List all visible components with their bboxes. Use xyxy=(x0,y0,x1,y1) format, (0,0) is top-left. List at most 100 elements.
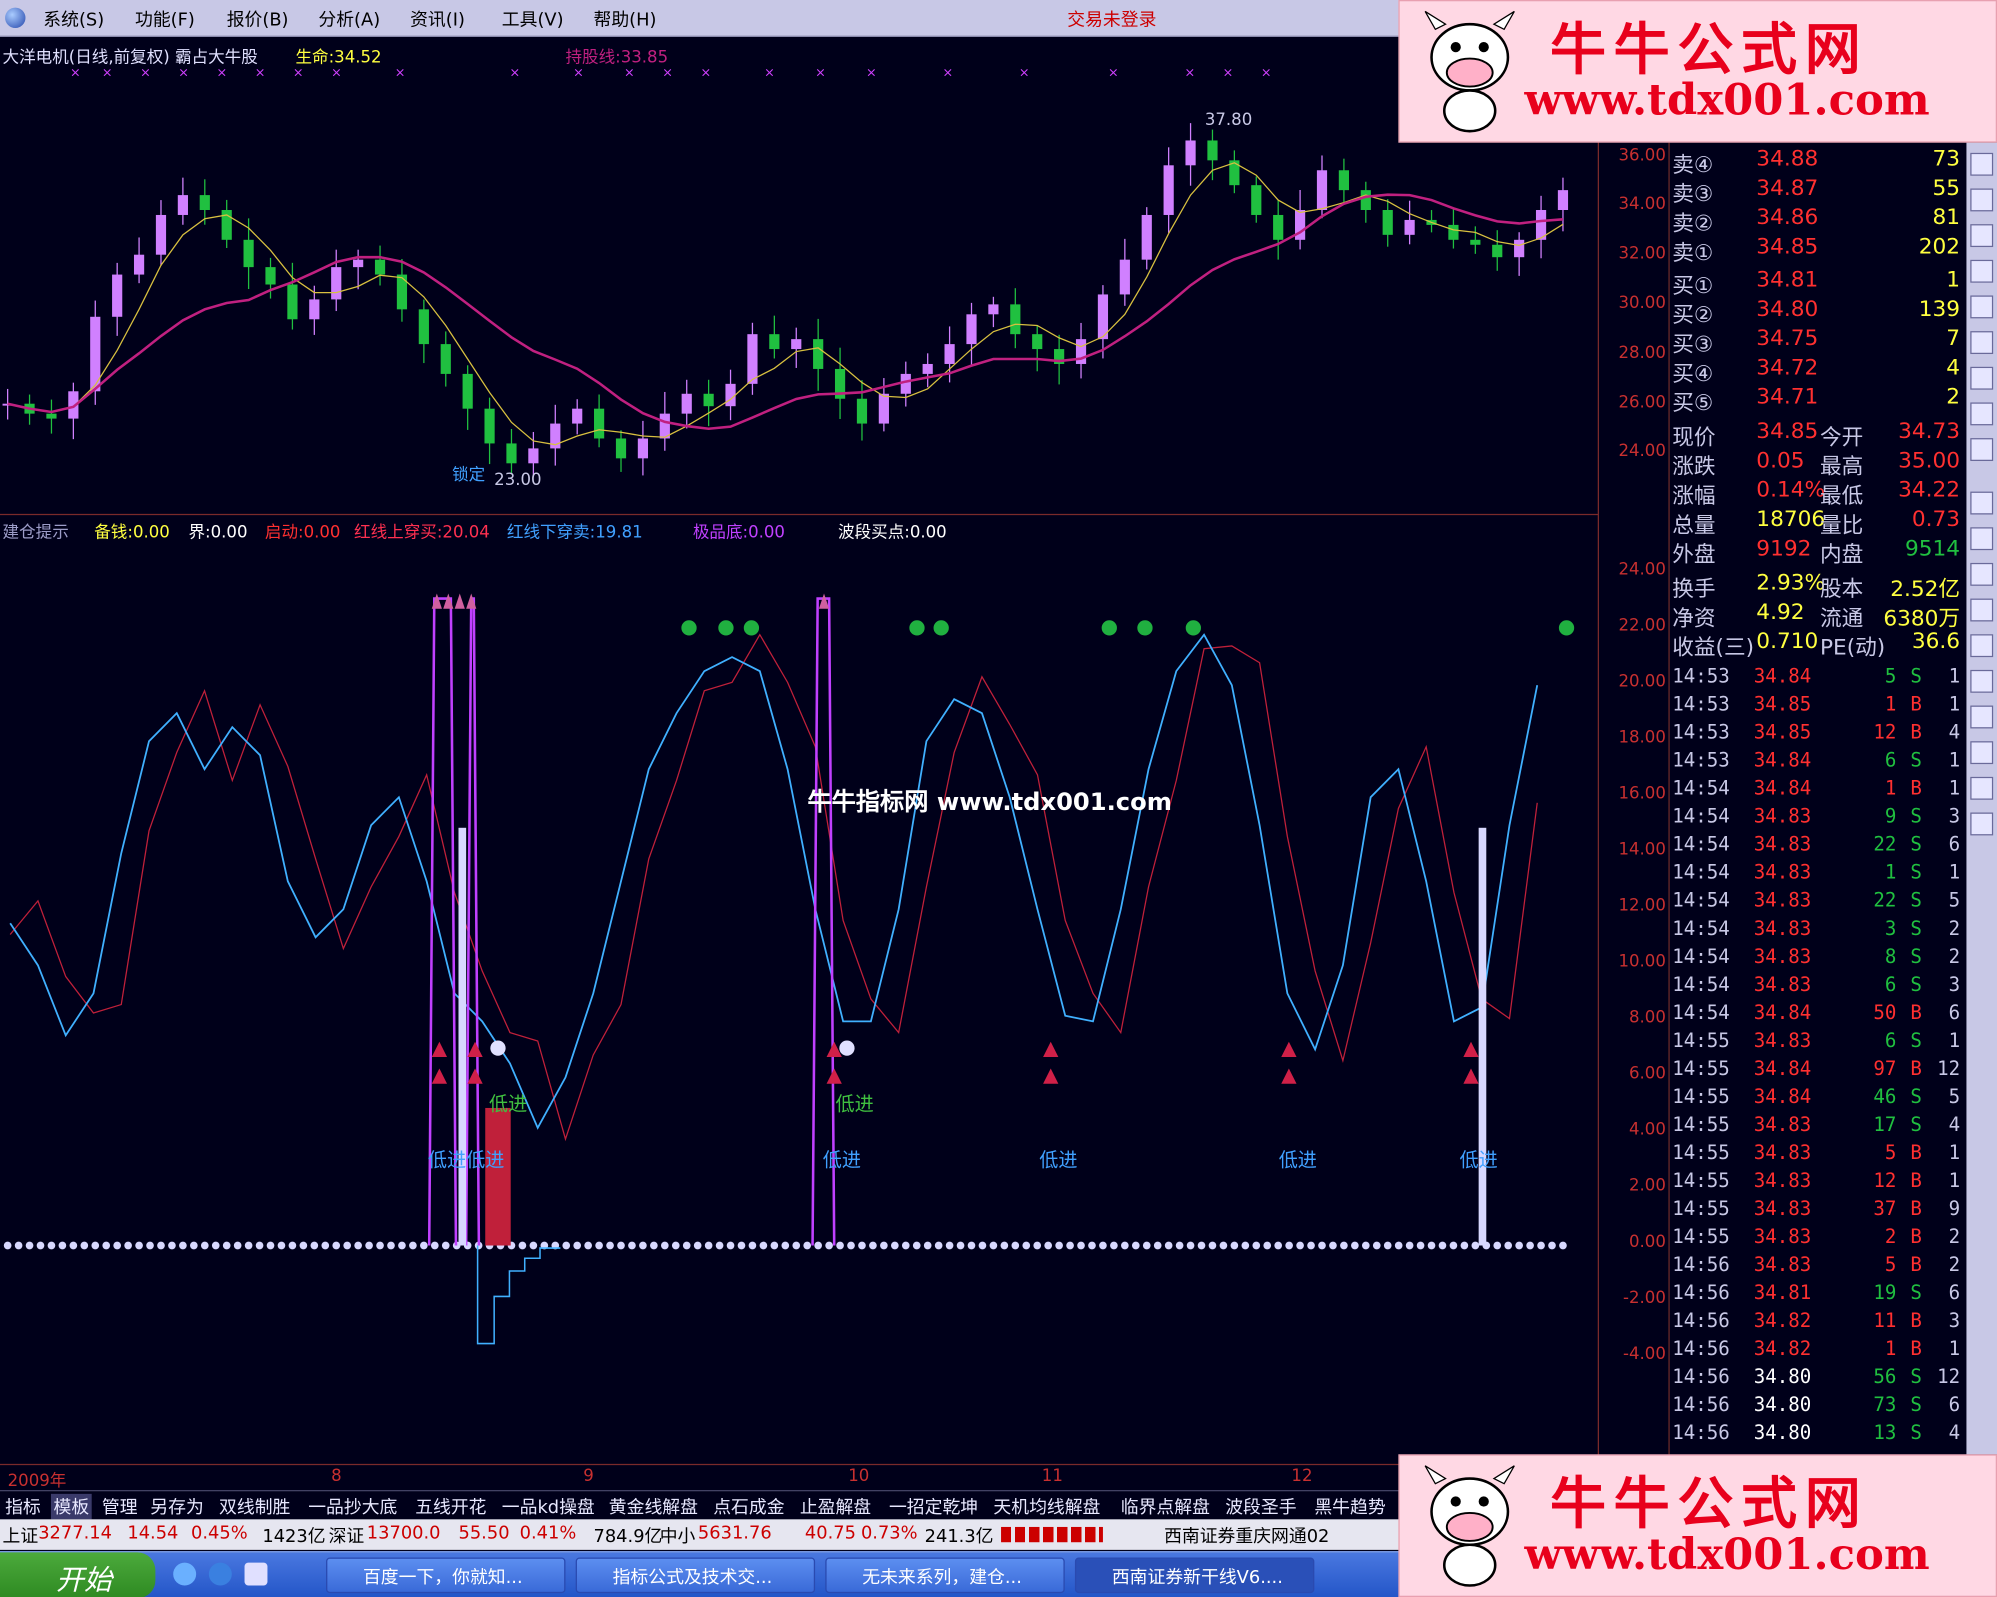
tick-volume: 5 xyxy=(1884,664,1897,688)
stat-key: 今开 xyxy=(1819,425,1864,451)
zero-dot xyxy=(1110,1241,1118,1250)
zero-dot xyxy=(1263,1241,1272,1250)
zero-dot xyxy=(321,1241,330,1250)
red-triangle-marker xyxy=(1043,1068,1059,1084)
export-icon[interactable] xyxy=(1970,669,1994,693)
tab-12[interactable]: 黑牛趋势 xyxy=(1314,1494,1385,1519)
scissors-icon[interactable] xyxy=(1970,598,1994,622)
stat2-row: 收益(三) 0.710 PE(动) 36.6 xyxy=(1670,629,1965,661)
green-dot xyxy=(681,620,697,636)
news-icon[interactable] xyxy=(1970,295,1994,319)
bar-icon[interactable] xyxy=(1970,562,1994,586)
tab-save-as[interactable]: 另存为 xyxy=(150,1494,203,1519)
tab-10[interactable]: 临界点解盘 xyxy=(1121,1494,1210,1519)
zero-dot xyxy=(200,1241,209,1250)
tab-template[interactable]: 模板 xyxy=(50,1493,92,1520)
ad-banner-bottom[interactable]: 牛牛公式网 www.tdx001.com xyxy=(1398,1454,1997,1597)
tab-6[interactable]: 点石成金 xyxy=(713,1494,784,1519)
candle xyxy=(484,408,495,444)
tick-time: 14:54 xyxy=(1672,888,1730,912)
quote-price: 34.80 xyxy=(1756,296,1819,323)
zero-dot xyxy=(901,1241,910,1250)
zero-dot xyxy=(1504,1241,1513,1250)
up-arrow-icon[interactable] xyxy=(1970,776,1994,800)
sz-amount: 784.9亿 xyxy=(593,1526,663,1548)
tool-column xyxy=(1966,142,1997,1455)
wrench-icon[interactable] xyxy=(1970,634,1994,658)
tick-price: 34.83 xyxy=(1753,804,1812,828)
tab-indicator[interactable]: 指标 xyxy=(5,1494,41,1519)
ind-tick: 14.00 xyxy=(1618,840,1666,860)
stock-chart[interactable]: × × × × × × × × × × × × × × × × × × × × × × × xyxy=(0,36,1668,1490)
ad-url: www.tdx001.com xyxy=(1524,75,1930,127)
tab-2[interactable]: 一品抄大底 xyxy=(308,1494,397,1519)
stat2-row: 净资 4.92 流通 6380万 xyxy=(1670,600,1965,632)
menu-info[interactable]: 资讯(I) xyxy=(410,6,465,31)
menu-function[interactable]: 功能(F) xyxy=(135,6,195,31)
candle xyxy=(112,274,123,317)
tick-row: 14:54 34.83 8 S 2 xyxy=(1670,945,1965,973)
menu-quote[interactable]: 报价(B) xyxy=(227,6,289,31)
kline-icon[interactable] xyxy=(1970,152,1994,176)
indicator-legend: 建仓提示 备钱:0.00 界:0.00 启动:0.00 红线上穿买:20.04 … xyxy=(3,518,1595,543)
f10-icon[interactable] xyxy=(1970,366,1994,390)
tick-volume: 8 xyxy=(1884,944,1897,968)
tick-time: 14:53 xyxy=(1672,720,1730,744)
menu-help[interactable]: 帮助(H) xyxy=(593,6,656,31)
tab-4[interactable]: 一品kd操盘 xyxy=(502,1494,595,1519)
ad-banner-top[interactable]: 牛牛公式网 www.tdx001.com xyxy=(1398,0,1997,143)
tick-time: 14:56 xyxy=(1672,1253,1730,1277)
ind-tick: 0.00 xyxy=(1628,1232,1666,1252)
task-item-1[interactable]: 指标公式及技术交... xyxy=(575,1557,816,1594)
tab-3[interactable]: 五线开花 xyxy=(415,1494,486,1519)
tick-row: 14:53 34.85 1 B 1 xyxy=(1670,693,1965,721)
menu-analysis[interactable]: 分析(A) xyxy=(318,6,380,31)
tick-side: S xyxy=(1910,748,1922,772)
candle xyxy=(506,443,517,464)
rsi-icon[interactable] xyxy=(1970,527,1994,551)
ind-tick: 16.00 xyxy=(1618,784,1666,804)
tick-side: B xyxy=(1910,1169,1922,1193)
tab-11[interactable]: 波段圣手 xyxy=(1225,1494,1296,1519)
tab-8[interactable]: 一招定乾坤 xyxy=(889,1494,978,1519)
move-icon[interactable] xyxy=(1970,741,1994,765)
hold-label: 持股线:33.85 xyxy=(565,48,669,68)
green-dot xyxy=(933,620,949,636)
tab-1[interactable]: 双线制胜 xyxy=(219,1494,290,1519)
menu-tools[interactable]: 工具(V) xyxy=(502,6,564,31)
tick-volume: 19 xyxy=(1873,1281,1897,1305)
list-icon[interactable] xyxy=(1970,188,1994,212)
tick-time: 14:54 xyxy=(1672,776,1730,800)
price-tick: 24.00 xyxy=(1618,441,1666,462)
volume-icon[interactable] xyxy=(1970,491,1994,515)
tick-count: 2 xyxy=(1948,944,1961,968)
down-arrow-icon[interactable] xyxy=(1970,812,1994,836)
task-item-2[interactable]: 无未来系列，建仓... xyxy=(825,1557,1065,1594)
desktop-icon[interactable] xyxy=(244,1562,268,1586)
task-item-0[interactable]: 百度一下，你就知... xyxy=(326,1557,566,1594)
chart-icon[interactable] xyxy=(1970,259,1994,283)
tab-manage[interactable]: 管理 xyxy=(102,1494,138,1519)
quicklaunch-icon[interactable] xyxy=(173,1562,197,1586)
tick-row: 14:54 34.83 3 S 2 xyxy=(1670,917,1965,945)
zoom-icon[interactable] xyxy=(1970,402,1994,426)
zero-dot xyxy=(398,1241,406,1250)
start-button[interactable]: 开始 xyxy=(0,1552,156,1597)
task-item-3[interactable]: 西南证券新干线V6.... xyxy=(1074,1557,1315,1594)
pencil-icon[interactable] xyxy=(1970,705,1994,729)
ie-icon[interactable] xyxy=(208,1562,232,1586)
green-dot xyxy=(1101,620,1117,636)
tick-price: 34.83 xyxy=(1753,1113,1812,1136)
menu-system[interactable]: 系统(S) xyxy=(43,6,104,31)
etf-icon[interactable] xyxy=(1970,438,1994,462)
signal-low-5: 低进 xyxy=(1278,1148,1317,1172)
candle xyxy=(1404,219,1415,235)
zero-dot xyxy=(1044,1241,1052,1250)
tab-5[interactable]: 黄金线解盘 xyxy=(609,1494,698,1519)
tab-9[interactable]: 天机均线解盘 xyxy=(993,1494,1100,1519)
users-icon[interactable] xyxy=(1970,331,1994,355)
ind-label-7: 波段买点:0.00 xyxy=(838,523,947,543)
quote-volume: 7 xyxy=(1946,326,1961,352)
tab-7[interactable]: 止盈解盘 xyxy=(800,1494,871,1519)
table-icon[interactable] xyxy=(1970,224,1994,248)
